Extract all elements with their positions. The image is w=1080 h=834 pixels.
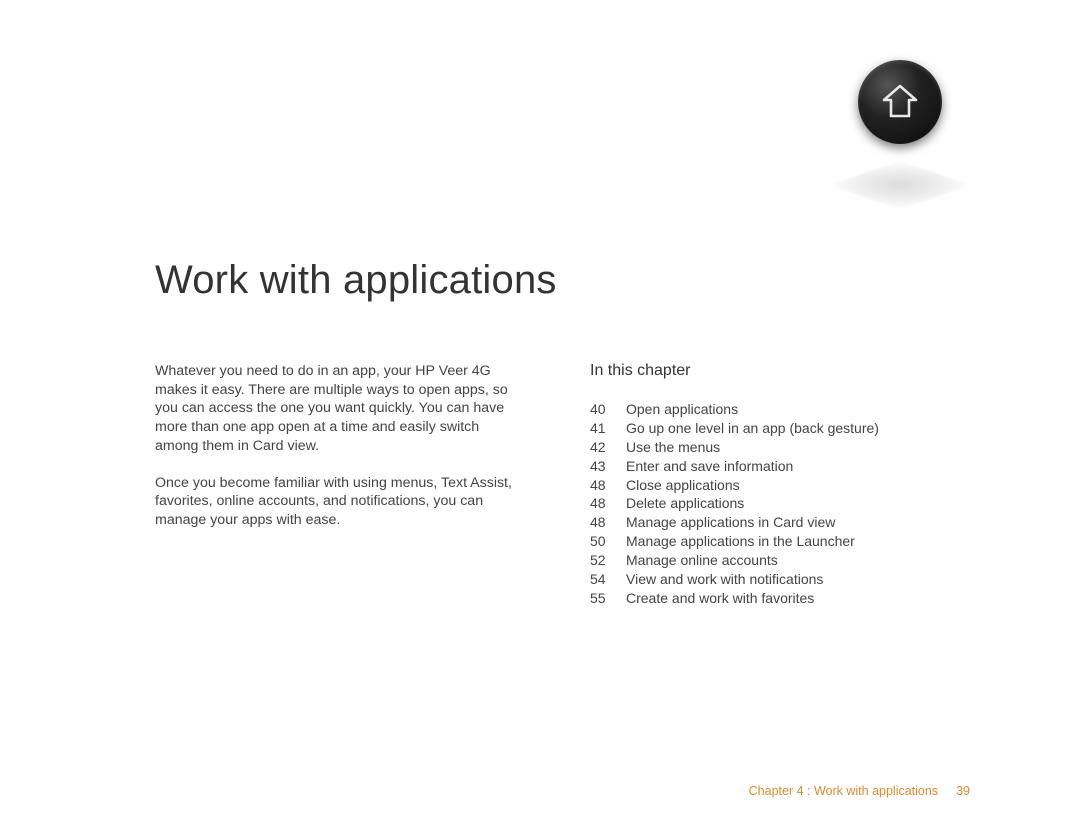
- intro-paragraph-2: Once you become familiar with using menu…: [155, 474, 515, 530]
- toc-item-label: Manage applications in Card view: [626, 513, 835, 532]
- toc-item-page: 52: [590, 551, 626, 570]
- intro-paragraph-1: Whatever you need to do in an app, your …: [155, 362, 515, 456]
- footer-chapter-label: Chapter 4 : Work with applications: [749, 784, 938, 798]
- toc-item-page: 54: [590, 570, 626, 589]
- toc-item[interactable]: 48Delete applications: [590, 494, 950, 513]
- toc-item[interactable]: 54View and work with notifications: [590, 570, 950, 589]
- toc-item-label: Close applications: [626, 476, 740, 495]
- toc-item[interactable]: 55Create and work with favorites: [590, 589, 950, 608]
- toc-item[interactable]: 42Use the menus: [590, 438, 950, 457]
- page-footer: Chapter 4 : Work with applications 39: [749, 784, 970, 798]
- intro-text: Whatever you need to do in an app, your …: [155, 362, 515, 548]
- toc-item[interactable]: 50Manage applications in the Launcher: [590, 532, 950, 551]
- toc-item[interactable]: 41Go up one level in an app (back gestur…: [590, 419, 950, 438]
- toc-item-page: 41: [590, 419, 626, 438]
- toc-item-label: Go up one level in an app (back gesture): [626, 419, 879, 438]
- toc-item-page: 50: [590, 532, 626, 551]
- toc-item-label: Enter and save information: [626, 457, 793, 476]
- icon-shadow: [829, 161, 970, 209]
- chapter-title: Work with applications: [155, 258, 557, 303]
- toc-item-label: Create and work with favorites: [626, 589, 814, 608]
- toc-item-label: View and work with notifications: [626, 570, 823, 589]
- toc-item-page: 48: [590, 476, 626, 495]
- toc-item-page: 48: [590, 513, 626, 532]
- toc-item-label: Use the menus: [626, 438, 720, 457]
- toc-item-label: Delete applications: [626, 494, 744, 513]
- toc-item[interactable]: 48Manage applications in Card view: [590, 513, 950, 532]
- toc-item-page: 43: [590, 457, 626, 476]
- toc-heading: In this chapter: [590, 362, 950, 380]
- toc-item-page: 55: [590, 589, 626, 608]
- toc-item-page: 48: [590, 494, 626, 513]
- home-up-icon: [858, 60, 942, 144]
- toc-item[interactable]: 48Close applications: [590, 476, 950, 495]
- footer-page-number: 39: [956, 784, 970, 798]
- toc-item-label: Open applications: [626, 400, 738, 419]
- toc-item-label: Manage online accounts: [626, 551, 778, 570]
- toc-item[interactable]: 52Manage online accounts: [590, 551, 950, 570]
- toc-list: 40Open applications41Go up one level in …: [590, 400, 950, 608]
- toc-item[interactable]: 43Enter and save information: [590, 457, 950, 476]
- toc-item-label: Manage applications in the Launcher: [626, 532, 855, 551]
- toc-item-page: 42: [590, 438, 626, 457]
- chapter-icon: [830, 50, 970, 190]
- toc-item[interactable]: 40Open applications: [590, 400, 950, 419]
- table-of-contents: In this chapter 40Open applications41Go …: [590, 362, 950, 608]
- toc-item-page: 40: [590, 400, 626, 419]
